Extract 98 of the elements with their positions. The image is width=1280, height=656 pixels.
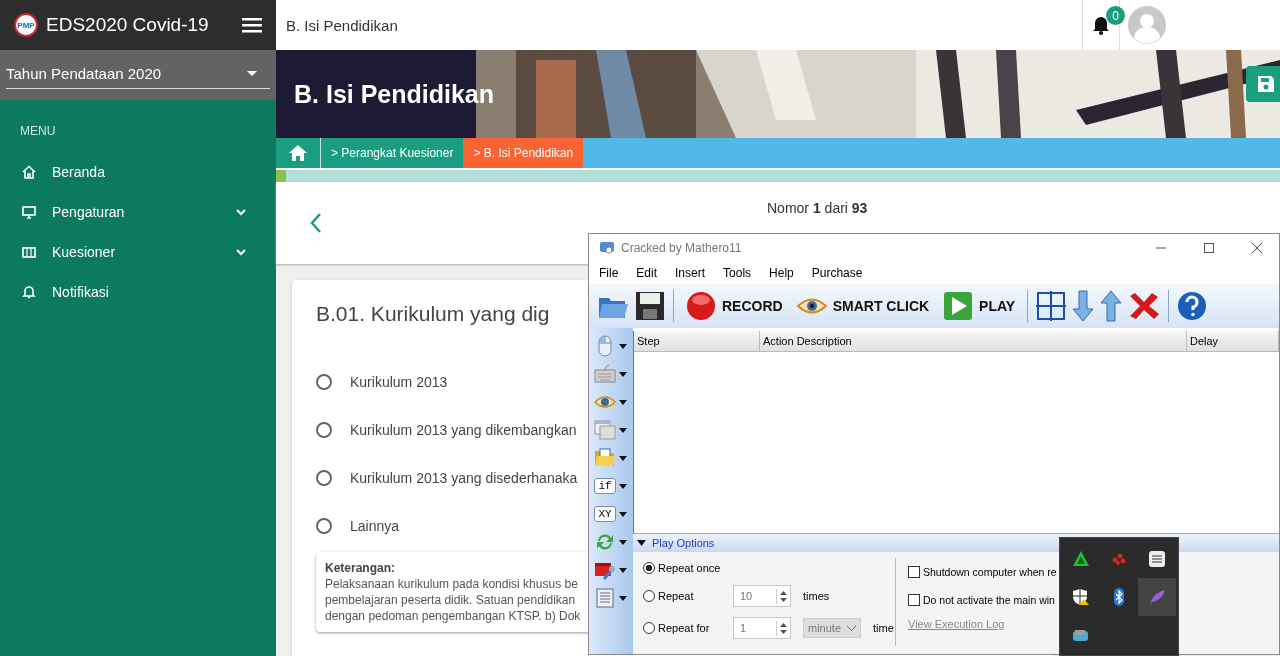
back-icon[interactable] — [310, 212, 322, 234]
save-icon[interactable] — [635, 291, 665, 321]
note-heading: Keterangan: — [325, 560, 395, 576]
sidebar-item[interactable]: Kuesioner — [0, 232, 276, 272]
menu-item[interactable]: Tools — [723, 266, 752, 280]
monitor-icon — [22, 205, 36, 219]
checkbox-label: Do not activate the main win — [923, 594, 1055, 606]
select-region-icon[interactable] — [1036, 291, 1067, 321]
delete-icon[interactable] — [1128, 292, 1161, 320]
note-text: Pelaksanaan kurikulum pada kondisi khusus be — [325, 576, 578, 592]
spin-down-icon[interactable] — [780, 629, 787, 634]
caret-icon[interactable] — [246, 70, 258, 77]
option-label: Kurikulum 2013 — [350, 374, 448, 390]
question-title: B.01. Kurikulum yang dig — [316, 302, 550, 326]
save-button[interactable] — [1246, 66, 1280, 102]
menu-item[interactable]: Help — [769, 266, 794, 280]
radio-button[interactable] — [316, 374, 332, 390]
column-header[interactable]: Action Description — [760, 331, 1187, 351]
option-label: Repeat for — [658, 622, 711, 634]
ticket-icon — [22, 245, 36, 259]
home-icon — [288, 144, 308, 162]
menu-item[interactable]: Edit — [636, 266, 658, 280]
number-field[interactable]: 1 — [733, 617, 791, 639]
unit-label: time — [873, 622, 894, 634]
notification-count: 0 — [1106, 6, 1125, 25]
arrow-up-icon[interactable] — [1100, 290, 1123, 322]
chevron-down-icon — [236, 248, 246, 256]
spin-up-icon[interactable] — [780, 622, 787, 627]
notification-bell-icon[interactable] — [1092, 15, 1110, 35]
window-title: Cracked by Mathero11 — [621, 241, 742, 255]
tool-button[interactable]: if — [594, 478, 616, 494]
note-text: dengan pedoman pengembangan KTSP. b) Dok — [325, 608, 581, 624]
close-icon[interactable] — [1251, 242, 1263, 254]
menu-item[interactable]: Insert — [675, 266, 706, 280]
triangle-icon[interactable] — [1072, 550, 1090, 568]
record-button[interactable]: RECORD — [682, 291, 787, 321]
save-icon — [1257, 75, 1275, 93]
tool-button[interactable]: XY — [594, 506, 616, 522]
shield-icon[interactable] — [1072, 588, 1090, 606]
number-field[interactable]: 10 — [733, 585, 791, 607]
option-label: Lainnya — [350, 518, 400, 534]
bell-icon — [22, 285, 36, 299]
radio-button[interactable] — [316, 422, 332, 438]
option-label: Repeat once — [658, 562, 721, 574]
home-icon — [22, 165, 36, 179]
option-label: Kurikulum 2013 yang disederhanaka — [350, 470, 578, 486]
menu-heading: MENU — [19, 124, 57, 140]
radio-button[interactable] — [316, 518, 332, 534]
arrow-down-icon[interactable] — [1072, 290, 1095, 322]
sidebar-item[interactable]: Beranda — [0, 152, 276, 192]
column-header[interactable]: Delay — [1187, 331, 1279, 351]
chevron-down-icon — [236, 208, 246, 216]
caret-icon[interactable] — [619, 483, 627, 489]
spin-down-icon[interactable] — [780, 597, 787, 602]
column-header[interactable]: Step — [634, 331, 760, 351]
checkbox[interactable] — [908, 566, 920, 578]
checkbox[interactable] — [908, 594, 920, 606]
sidebar-item[interactable]: Pengaturan — [0, 192, 276, 232]
eye-icon — [796, 297, 827, 315]
radio-button[interactable] — [643, 562, 655, 574]
radio-button[interactable] — [316, 470, 332, 486]
option-label: Repeat — [658, 590, 695, 602]
radio-button[interactable] — [643, 622, 655, 634]
app-title: EDS2020 Covid-19 — [46, 14, 210, 36]
app-icon — [599, 241, 615, 255]
menu-icon[interactable] — [242, 17, 262, 33]
caret-icon[interactable] — [619, 511, 627, 517]
maximize-icon[interactable] — [1203, 242, 1215, 254]
sliders-icon[interactable] — [1148, 550, 1166, 568]
play-button[interactable]: PLAY — [939, 291, 1020, 321]
unit-label: times — [803, 590, 830, 602]
logo-icon: PMP — [14, 13, 38, 37]
play-icon — [943, 291, 974, 321]
option-label: Kurikulum 2013 yang dikembangkan — [350, 422, 577, 438]
chevron-down-icon — [847, 625, 856, 631]
menu-item[interactable]: Purchase — [811, 266, 863, 280]
caret-icon[interactable] — [619, 539, 627, 545]
page-counter: Nomor 1 dari 93 — [767, 200, 868, 216]
spin-up-icon[interactable] — [780, 590, 787, 595]
caret-icon[interactable] — [619, 399, 627, 405]
caret-icon[interactable] — [619, 455, 627, 461]
triangle-icon — [637, 539, 646, 547]
record-icon — [686, 291, 716, 321]
home-button[interactable] — [276, 138, 321, 168]
banner-title: B. Isi Pendidikan — [294, 79, 495, 109]
caret-icon[interactable] — [619, 595, 627, 601]
smart-click-button[interactable]: SMART CLICK — [792, 297, 934, 315]
caret-icon[interactable] — [619, 343, 627, 349]
radio-button[interactable] — [643, 590, 655, 602]
caret-icon[interactable] — [619, 371, 627, 377]
sidebar-item[interactable]: Notifikasi — [0, 272, 276, 312]
menu-item[interactable]: File — [599, 266, 619, 280]
caret-icon[interactable] — [619, 427, 627, 433]
caret-icon[interactable] — [619, 567, 627, 573]
page-title: B. Isi Pendidikan — [285, 16, 399, 34]
note-text: pembelajaran peserta didik. Satuan pendidikan — [325, 592, 576, 608]
checkbox-label: Shutdown computer when re — [923, 566, 1057, 578]
help-icon[interactable] — [1177, 291, 1208, 321]
